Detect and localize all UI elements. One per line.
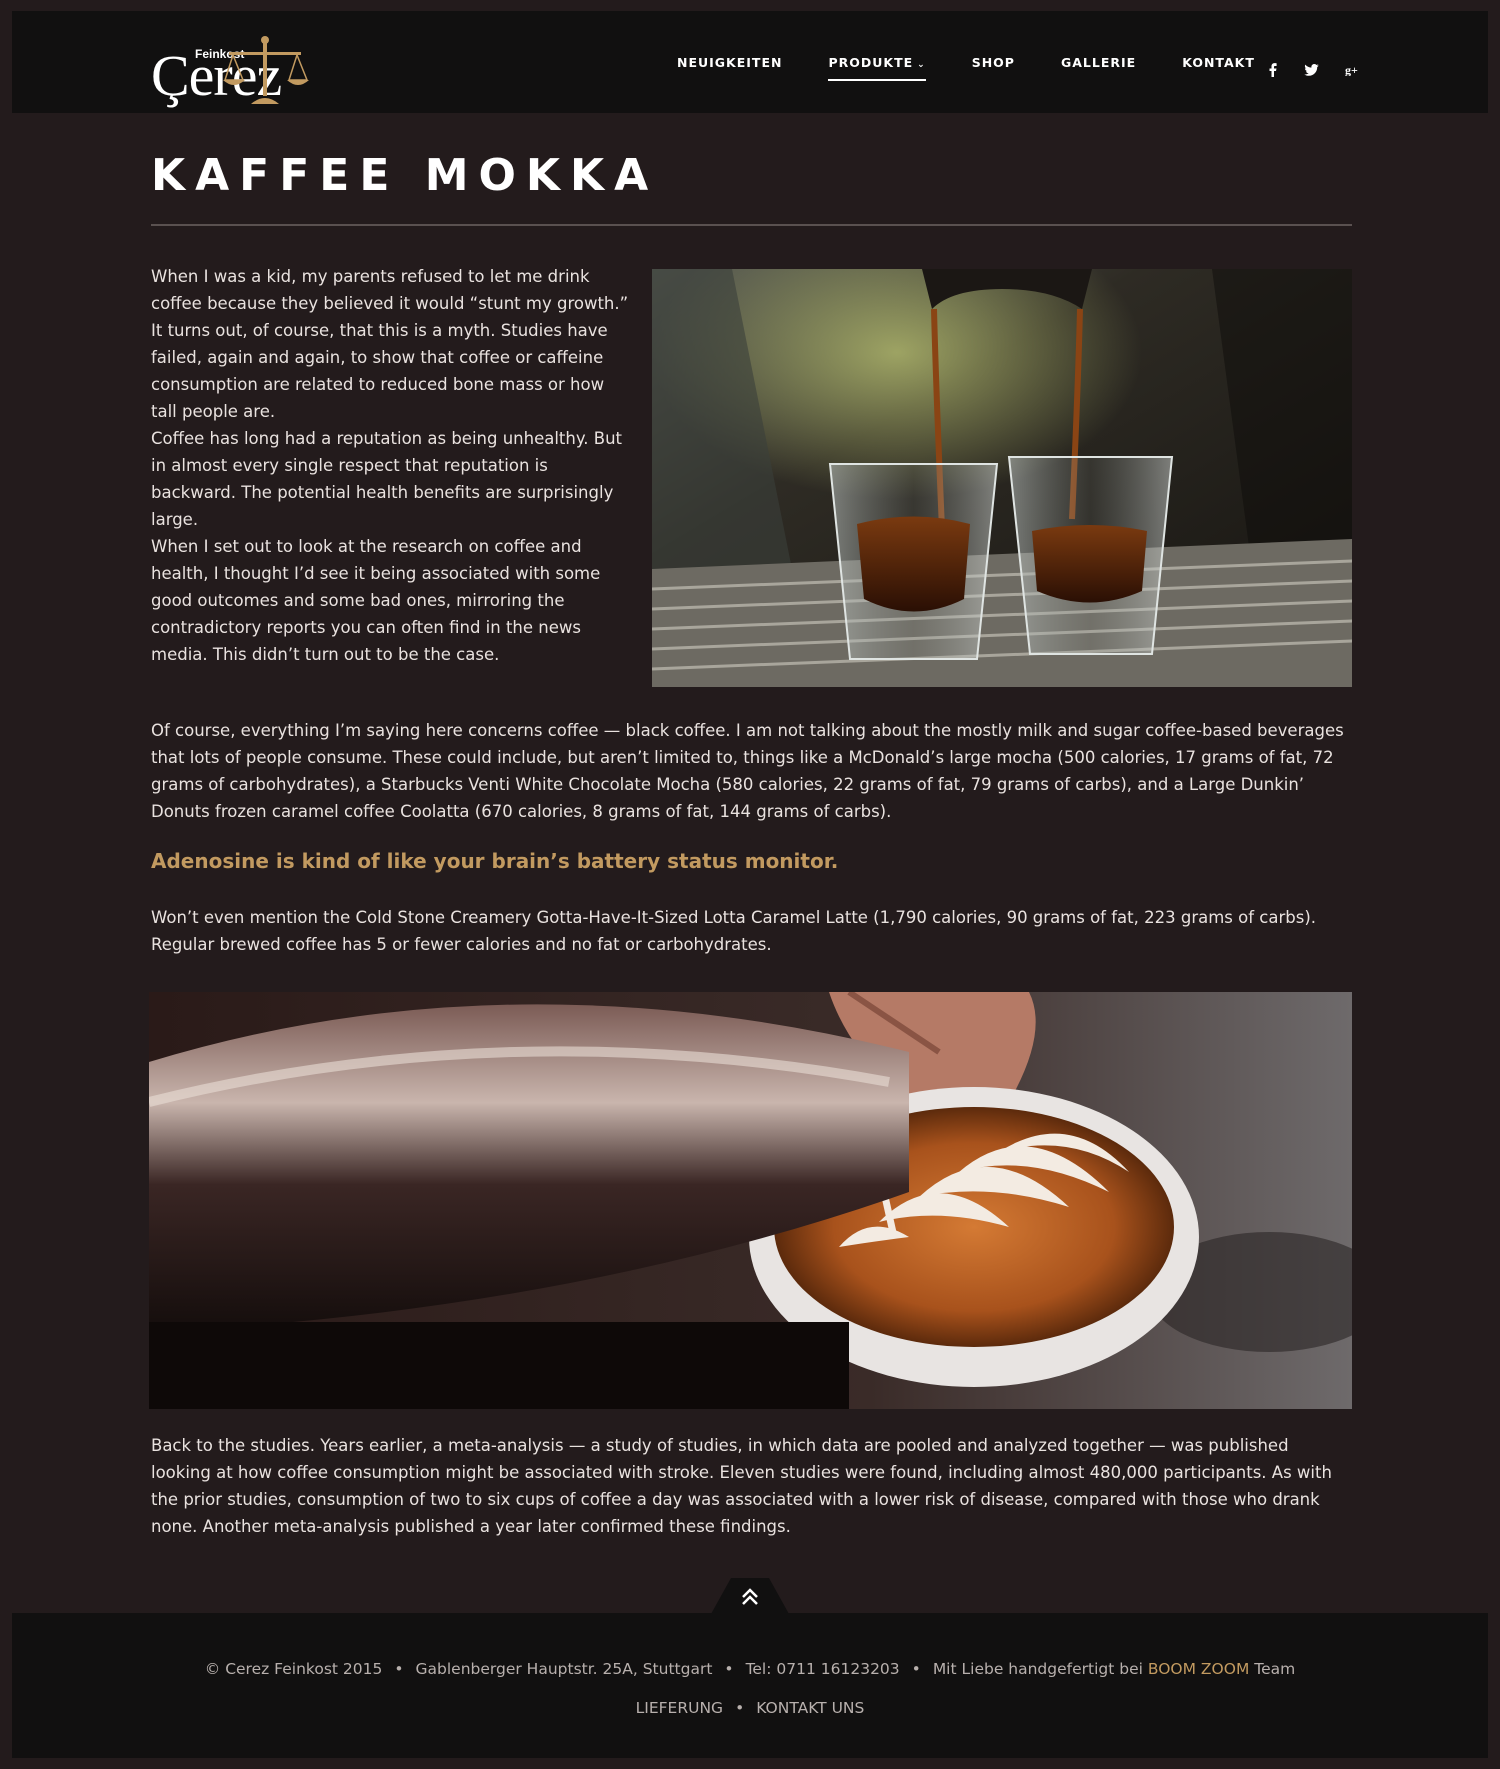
nav-item-neuigkeiten[interactable]: NEUIGKEITEN — [677, 55, 782, 81]
nav-label: KONTAKT — [1182, 55, 1255, 70]
site-logo[interactable]: Çerez Feinkost — [151, 26, 321, 108]
footer-phone[interactable]: Tel: 0711 16123203 — [746, 1660, 900, 1678]
pull-quote: Adenosine is kind of like your brain’s b… — [151, 849, 839, 873]
nav-label: NEUIGKEITEN — [677, 55, 783, 70]
social-links: g+ — [1268, 63, 1387, 80]
main-nav: NEUIGKEITEN PRODUKTE ⌄ SHOP GALLERIE KONT… — [677, 55, 1301, 81]
footer-link-kontakt[interactable]: KONTAKT UNS — [756, 1699, 864, 1717]
footer-credit-link[interactable]: BOOM ZOOM — [1148, 1660, 1249, 1678]
footer-links: LIEFERUNG • KONTAKT UNS — [635, 1699, 865, 1717]
twitter-icon[interactable] — [1304, 63, 1319, 80]
site-footer: © Cerez Feinkost 2015 • Gablenberger Haupt… — [12, 1613, 1488, 1758]
nav-label: GALLERIE — [1060, 55, 1137, 70]
footer-credit-suffix: Team — [1254, 1660, 1296, 1678]
page: Çerez Feinkost NEUIGKEITEN PRODUKTE ⌄ SHO… — [0, 0, 1500, 1769]
paragraph-2: Coffee has long had a reputation as bein… — [151, 429, 623, 529]
footer-credit-prefix: Mit Liebe handgefertigt bei — [932, 1660, 1143, 1678]
nav-label: SHOP — [971, 55, 1015, 70]
page-title: KAFFEE MOKKA — [151, 150, 659, 201]
site-header: Çerez Feinkost NEUIGKEITEN PRODUKTE ⌄ SHO… — [12, 11, 1488, 113]
paragraph-4: Of course, everything I’m saying here co… — [151, 721, 1344, 821]
footer-copyright: © Cerez Feinkost 2015 — [204, 1660, 383, 1678]
latte-art-image — [149, 992, 1352, 1409]
paragraph-5: Won’t even mention the Cold Stone Creame… — [151, 908, 1317, 954]
nav-item-gallerie[interactable]: GALLERIE — [1061, 55, 1136, 81]
google-plus-icon[interactable]: g+ — [1345, 63, 1361, 80]
footer-info: © Cerez Feinkost 2015 • Gablenberger Haupt… — [204, 1660, 1296, 1678]
title-divider — [151, 224, 1352, 226]
back-to-top-button[interactable] — [711, 1578, 789, 1614]
paragraph-1: When I was a kid, my parents refused to … — [151, 267, 629, 421]
chevron-down-icon: ⌄ — [917, 60, 926, 70]
nav-label: PRODUKTE — [828, 55, 914, 70]
paragraph-3: When I set out to look at the research o… — [151, 537, 601, 664]
espresso-shots-image — [652, 269, 1352, 687]
scales-icon — [223, 36, 309, 104]
nav-item-kontakt[interactable]: KONTAKT — [1182, 55, 1255, 81]
nav-item-produkte[interactable]: PRODUKTE ⌄ — [828, 55, 926, 81]
svg-text:g+: g+ — [1345, 63, 1358, 76]
facebook-icon[interactable] — [1268, 63, 1278, 80]
footer-link-lieferung[interactable]: LIEFERUNG — [636, 1699, 723, 1717]
footer-address: Gablenberger Hauptstr. 25A, Stuttgart — [415, 1660, 713, 1678]
paragraph-6: Back to the studies. Years earlier, a me… — [151, 1436, 1332, 1536]
nav-item-shop[interactable]: SHOP — [972, 55, 1015, 81]
